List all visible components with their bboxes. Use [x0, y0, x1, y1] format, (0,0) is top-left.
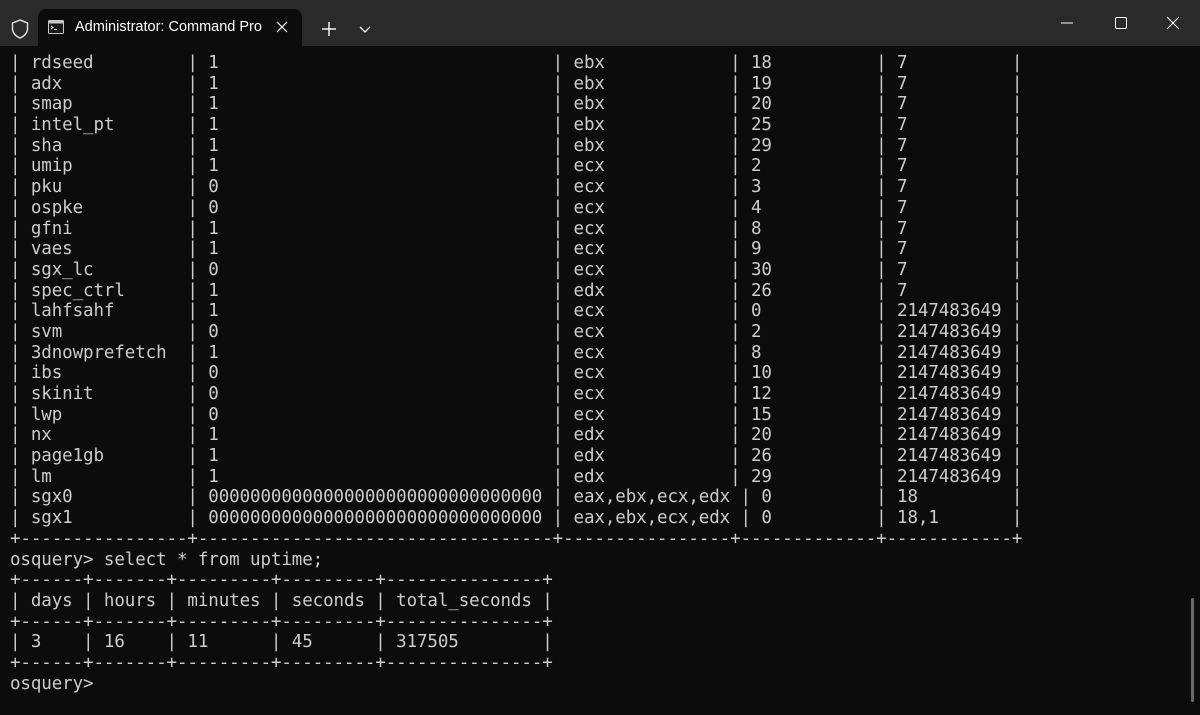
terminal-line: | spec_ctrl | 1 | edx | 26 | 7 |: [10, 280, 1023, 301]
close-icon[interactable]: [274, 19, 290, 35]
terminal-line: | 3 | 16 | 11 | 45 | 317505 |: [10, 632, 553, 653]
maximize-button[interactable]: [1098, 5, 1144, 41]
title-bar[interactable]: Administrator: Command Pro: [0, 0, 1200, 46]
terminal-line: | lahfsahf | 1 | ecx | 0 | 2147483649 |: [10, 301, 1023, 322]
terminal-line: osquery>: [10, 673, 94, 694]
terminal-line: | pku | 0 | ecx | 3 | 7 |: [10, 177, 1023, 198]
terminal-text: | rdseed | 1 | ebx | 18 | 7 | | adx | 1 |…: [10, 53, 1022, 694]
terminal-line: | smap | 1 | ebx | 20 | 7 |: [10, 94, 1023, 115]
maximize-icon: [1115, 17, 1127, 29]
minimize-button[interactable]: [1044, 5, 1090, 41]
terminal-line: | page1gb | 1 | edx | 26 | 2147483649 |: [10, 446, 1023, 467]
terminal-line: +------+-------+---------+---------+----…: [10, 570, 553, 591]
terminal-line: +------+-------+---------+---------+----…: [10, 611, 553, 632]
terminal-line: | ospke | 0 | ecx | 4 | 7 |: [10, 197, 1023, 218]
terminal-line: | nx | 1 | edx | 20 | 2147483649 |: [10, 425, 1023, 446]
terminal-line: | vaes | 1 | ecx | 9 | 7 |: [10, 239, 1023, 260]
terminal-line: +----------------+----------------------…: [10, 528, 1023, 549]
terminal-line: | sgx_lc | 0 | ecx | 30 | 7 |: [10, 259, 1023, 280]
terminal-line: | gfni | 1 | ecx | 8 | 7 |: [10, 218, 1023, 239]
terminal-line: | svm | 0 | ecx | 2 | 2147483649 |: [10, 321, 1023, 342]
terminal-line: | sgx1 | 0000000000000000000000000000000…: [10, 508, 1023, 529]
terminal-line: +------+-------+---------+---------+----…: [10, 652, 553, 673]
terminal-line: | umip | 1 | ecx | 2 | 7 |: [10, 156, 1023, 177]
terminal-line: | lm | 1 | edx | 29 | 2147483649 |: [10, 466, 1023, 487]
shield-icon: [11, 19, 29, 39]
terminal-line: | ibs | 0 | ecx | 10 | 2147483649 |: [10, 363, 1023, 384]
plus-icon[interactable]: [317, 18, 341, 40]
terminal-line: | sgx0 | 0000000000000000000000000000000…: [10, 487, 1023, 508]
chevron-down-icon[interactable]: [354, 18, 376, 40]
tab-command-prompt[interactable]: Administrator: Command Pro: [38, 9, 302, 46]
scrollbar[interactable]: [1188, 46, 1200, 715]
terminal-icon: [48, 20, 64, 34]
terminal-line: | rdseed | 1 | ebx | 18 | 7 |: [10, 53, 1023, 73]
minimize-icon: [1061, 22, 1073, 24]
tab-title: Administrator: Command Pro: [75, 19, 262, 35]
close-icon: [1166, 16, 1180, 30]
terminal-line: | 3dnowprefetch | 1 | ecx | 8 | 21474836…: [10, 342, 1023, 363]
terminal-line: | intel_pt | 1 | ebx | 25 | 7 |: [10, 115, 1023, 136]
terminal-line: | adx | 1 | ebx | 19 | 7 |: [10, 73, 1023, 94]
terminal-window: Administrator: Command Pro | rdseed | 1 …: [0, 0, 1200, 715]
terminal-output[interactable]: | rdseed | 1 | ebx | 18 | 7 | | adx | 1 |…: [0, 46, 1188, 715]
terminal-line: | days | hours | minutes | seconds | tot…: [10, 590, 553, 611]
close-window-button[interactable]: [1150, 5, 1196, 41]
terminal-line: osquery> select * from uptime;: [10, 549, 324, 570]
scrollbar-thumb[interactable]: [1191, 598, 1194, 702]
terminal-line: | lwp | 0 | ecx | 15 | 2147483649 |: [10, 404, 1023, 425]
terminal-line: | sha | 1 | ebx | 29 | 7 |: [10, 135, 1023, 156]
terminal-line: | skinit | 0 | ecx | 12 | 2147483649 |: [10, 384, 1023, 404]
